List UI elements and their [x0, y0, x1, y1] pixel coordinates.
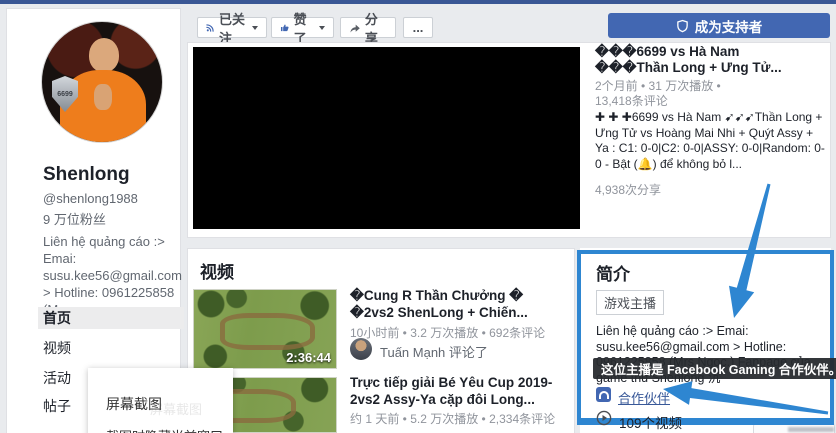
post-meta-line2: 13,418条评论: [595, 94, 829, 109]
facebook-gaming-icon: [596, 387, 611, 402]
thumbnail-art: [220, 313, 315, 350]
post-title[interactable]: ���6699 vs Hà Nam ���Thần Long + Ưng Tử.…: [595, 44, 829, 76]
profile-avatar[interactable]: 6699: [41, 21, 163, 143]
gaming-arch-glyph: [599, 391, 609, 399]
videos-section-title: 视频: [200, 258, 234, 283]
following-label: 已关注: [219, 9, 246, 47]
video-count-link[interactable]: 109个视频: [619, 412, 682, 432]
followers-count: 9 万位粉丝: [43, 209, 106, 228]
sidebar-item-posts-label: 帖子: [43, 396, 71, 416]
page-handle: @shenlong1988: [43, 191, 138, 206]
partner-tooltip: 这位主播是 Facebook Gaming 合作伙伴。: [593, 358, 836, 379]
thumbs-up-icon: [280, 21, 290, 34]
menu-item-screenshot[interactable]: 屏幕截图: [106, 394, 162, 414]
commenter-avatar[interactable]: [350, 338, 372, 360]
video-thumbnail-1[interactable]: 2:36:44: [193, 289, 337, 369]
post-meta: 2个月前 • 31 万次播放 • 13,418条评论: [595, 79, 829, 109]
sidebar-item-videos-label: 视频: [43, 338, 71, 358]
chevron-down-icon: [252, 26, 258, 30]
post-title-line1: ���6699 vs Hà Nam: [595, 44, 829, 60]
video-title-2[interactable]: Trực tiếp giải Bé Yêu Cup 2019- 2vs2 Ass…: [350, 375, 565, 408]
page-title: Shenlong: [43, 164, 130, 186]
screenshot-tool-menu: 屏幕截图 屏幕截图 截图时隐藏当前窗口: [88, 368, 233, 433]
video-meta-2: 约 1 天前 • 5.2 万次播放 • 2,334条评论: [350, 410, 570, 427]
video-title-1[interactable]: �Cung R Thần Chưởng � �2vs2 ShenLong + C…: [350, 288, 565, 321]
become-supporter-button[interactable]: 成为支持者: [608, 13, 830, 38]
sidebar-item-events-label: 活动: [43, 368, 71, 388]
video-duration-badge: 2:36:44: [286, 350, 331, 365]
liked-button[interactable]: 赞了: [271, 17, 334, 38]
annotation-highlight-box: [577, 250, 834, 425]
following-button[interactable]: 已关注: [197, 17, 267, 38]
sidebar-item-home[interactable]: 首页: [38, 307, 184, 329]
video-social-context: Tuấn Mạnh 评论了: [380, 342, 488, 361]
become-supporter-label: 成为支持者: [695, 16, 763, 36]
menu-item-hide-window[interactable]: 截图时隐藏当前窗口: [106, 426, 223, 433]
sidebar-item-home-label: 首页: [43, 308, 71, 328]
supporter-shield-icon: [676, 19, 689, 33]
post-description: ✚ ✚ ✚6699 vs Hà Nam ➹➹➹Thần Long + Ưng T…: [595, 110, 828, 172]
feed-icon: [206, 21, 215, 34]
post-title-line2: ���Thần Long + Ưng Tử...: [595, 60, 829, 76]
more-options-button[interactable]: ...: [403, 17, 433, 38]
video-title-1-line2: �2vs2 ShenLong + Chiến...: [350, 305, 565, 322]
share-label: 分享: [365, 9, 387, 47]
video-meta-1: 10小时前 • 3.2 万次播放 • 692条评论: [350, 324, 570, 341]
liked-label: 赞了: [294, 9, 313, 47]
video-player[interactable]: [193, 47, 580, 229]
video-title-1-line1: �Cung R Thần Chưởng �: [350, 288, 565, 305]
play-circle-icon: [596, 410, 612, 426]
share-button[interactable]: 分享: [340, 17, 396, 38]
sidebar-item-videos[interactable]: 视频: [38, 337, 184, 359]
ellipsis-icon: ...: [413, 20, 424, 35]
chevron-down-icon: [319, 26, 325, 30]
video-title-2-line1: Trực tiếp giải Bé Yêu Cup 2019-: [350, 375, 565, 392]
avatar-face: [89, 38, 119, 72]
post-share-count: 4,938次分享: [595, 181, 661, 198]
post-meta-line1: 2个月前 • 31 万次播放 •: [595, 79, 829, 94]
browser-top-strip: [0, 0, 836, 4]
facebook-page: 6699 Shenlong @shenlong1988 9 万位粉丝 Liên …: [0, 0, 836, 433]
clipped-watermark: [788, 427, 834, 432]
partner-link[interactable]: 合作伙伴: [618, 388, 670, 407]
contact-info: Liên hệ quảng cáo :> Emai: susu.kee56@gm…: [43, 233, 183, 318]
avatar-arm: [94, 84, 112, 110]
video-title-2-line2: 2vs2 Assy-Ya cặp đôi Long...: [350, 392, 565, 409]
share-arrow-icon: [349, 21, 361, 35]
